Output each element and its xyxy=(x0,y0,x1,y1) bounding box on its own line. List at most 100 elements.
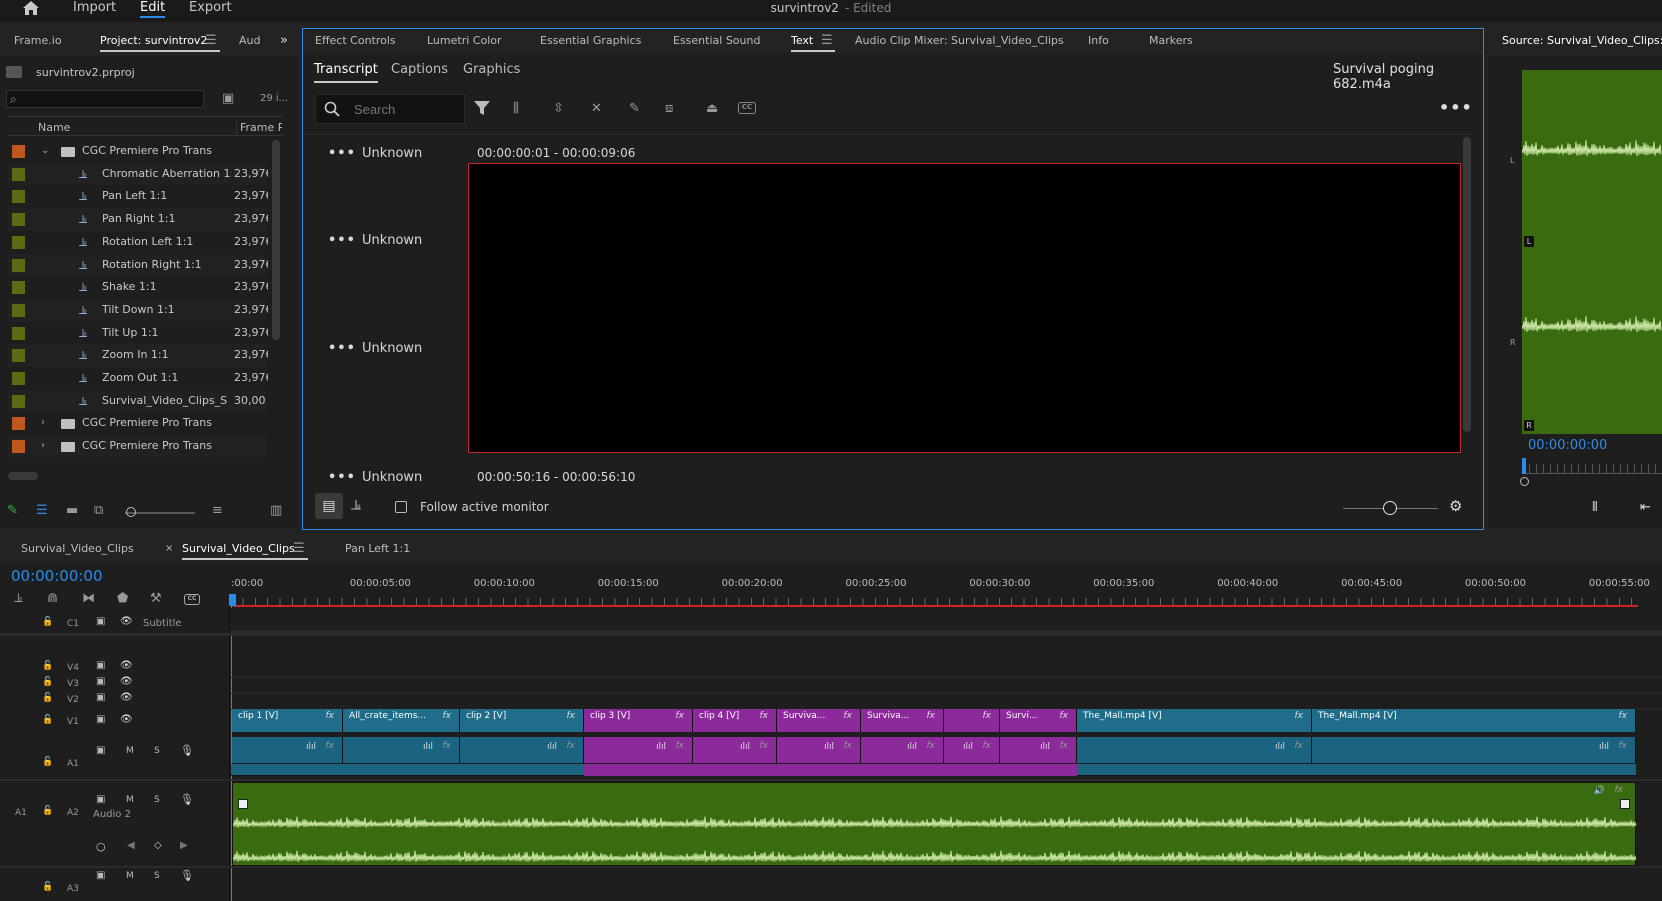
label-color-swatch[interactable] xyxy=(12,326,25,340)
label-color-swatch[interactable] xyxy=(12,235,25,249)
toggle-sync-icon[interactable]: ▣ xyxy=(96,870,105,881)
audio-clip-a1[interactable]: ılıl fx xyxy=(232,737,343,763)
project-search[interactable]: ⌕ xyxy=(6,90,204,108)
project-folder-row[interactable]: › CGC Premiere Pro Transitio xyxy=(8,412,266,435)
sort-icon[interactable]: ≡ xyxy=(212,504,223,518)
add-keyframe-icon[interactable]: ◇ xyxy=(154,840,162,851)
timeline-playhead-head[interactable] xyxy=(229,594,236,606)
audio-clip-a1[interactable]: ılıl fx xyxy=(861,737,944,763)
tab-sequence-2[interactable]: Survival_Video_Clips xyxy=(182,538,308,560)
tab-audio-clip-mixer[interactable]: Audio Clip Mixer: Survival_Video_Clips xyxy=(855,30,1064,52)
audio-clip-a1[interactable]: ılıl fx xyxy=(343,737,460,763)
tab-close-icon[interactable]: × xyxy=(165,538,173,560)
track-lock-icon[interactable]: 🔓 xyxy=(42,882,53,892)
audio2-clip[interactable]: 🔊 fx xyxy=(232,782,1637,866)
video-clip[interactable]: clip 1 [V] fx xyxy=(232,709,343,732)
project-item-row[interactable]: ⫡ Survival_Video_Clips_S 30,00 f xyxy=(8,389,268,413)
track-lock-icon[interactable]: 🔓 xyxy=(42,661,53,671)
extract-icon[interactable]: ⧈ xyxy=(665,102,673,116)
linked-selection-icon[interactable]: ⧓ xyxy=(82,592,95,606)
track-lock-icon[interactable]: 🔓 xyxy=(42,617,53,627)
label-color-swatch[interactable] xyxy=(12,145,25,158)
zoom-slider-handle[interactable] xyxy=(126,507,136,517)
project-item-row[interactable]: ⫡ Zoom In 1:1 23,976 xyxy=(8,344,268,367)
track-lock-icon[interactable]: 🔓 xyxy=(42,757,53,767)
tab-frameio[interactable]: Frame.io xyxy=(14,30,62,52)
list-view-icon[interactable]: ☰ xyxy=(36,504,48,518)
track-lock-icon[interactable]: 🔓 xyxy=(42,715,53,725)
label-color-swatch[interactable] xyxy=(12,417,25,431)
video-clip[interactable]: clip 4 [V] fx xyxy=(693,709,777,732)
eye-icon[interactable]: 👁 xyxy=(120,660,133,671)
toggle-sync-icon[interactable]: ▣ xyxy=(96,660,105,671)
project-item-row[interactable]: ⫡ Pan Right 1:1 23,976 xyxy=(8,208,268,231)
video-clip[interactable]: clip 3 [V] fx xyxy=(584,709,693,732)
video-clip[interactable]: fx xyxy=(944,709,1000,732)
speaker-menu-icon[interactable]: ••• xyxy=(328,341,356,356)
eye-icon[interactable]: 👁 xyxy=(120,616,133,627)
label-color-swatch[interactable] xyxy=(12,349,25,363)
project-item-row[interactable]: ⫡ Chromatic Aberration 1:23,976 xyxy=(8,162,268,186)
speaker-1[interactable]: ••• Unknown xyxy=(328,146,422,161)
project-scrollbar[interactable] xyxy=(272,140,280,340)
captions-cc-icon[interactable]: CC xyxy=(184,594,200,605)
pencil-icon[interactable]: ✎ xyxy=(7,504,18,518)
project-search-input[interactable] xyxy=(25,92,200,106)
bars-icon[interactable]: ▥ xyxy=(270,504,282,518)
edit-pencil-icon[interactable]: ✎ xyxy=(629,102,640,116)
tab-audio[interactable]: Aud xyxy=(239,30,260,52)
video-clip[interactable]: Survi... fx xyxy=(1000,709,1077,732)
timeline-timecode[interactable]: 00:00:00:00 xyxy=(11,567,103,585)
mute-button[interactable]: M xyxy=(126,871,134,881)
project-hscroll[interactable] xyxy=(8,472,38,480)
split-icon[interactable]: ✕ xyxy=(591,102,602,116)
label-color-swatch[interactable] xyxy=(12,303,25,317)
prev-keyframe-icon[interactable]: ◀ xyxy=(127,840,135,851)
microphone-icon[interactable]: 🎙 xyxy=(180,869,194,882)
project-folder-row[interactable]: › CGC Premiere Pro Transitio xyxy=(8,435,266,458)
project-item-row[interactable]: ⫡ Rotation Right 1:1 23,976 xyxy=(8,253,268,277)
transcript-scrollbar[interactable] xyxy=(1463,137,1471,432)
column-name[interactable]: Name xyxy=(38,121,70,134)
tab-source[interactable]: Source: Survival_Video_Clips: Su xyxy=(1502,30,1662,52)
speaker-menu-icon[interactable]: ••• xyxy=(328,470,356,485)
eye-icon[interactable]: 👁 xyxy=(120,676,133,687)
keyframe-volume-icon[interactable]: ○ xyxy=(96,840,106,853)
microphone-icon[interactable]: 🎙 xyxy=(180,744,194,757)
source-waveform-display[interactable]: L R xyxy=(1522,70,1662,434)
video-clip[interactable]: clip 2 [V] fx xyxy=(460,709,584,732)
more-options-icon[interactable]: ••• xyxy=(1439,98,1473,117)
toggle-sync-icon[interactable]: ▣ xyxy=(96,794,105,805)
label-color-swatch[interactable] xyxy=(12,281,25,295)
tab-project[interactable]: Project: survintrov2 xyxy=(100,30,220,52)
audio-clip-a1[interactable]: ılıl fx xyxy=(1077,737,1312,763)
settings-sliders-icon[interactable]: ⫼ xyxy=(513,102,519,116)
solo-button[interactable]: S xyxy=(154,871,160,881)
tab-lumetri-color[interactable]: Lumetri Color xyxy=(427,30,502,52)
transcript-search-input[interactable] xyxy=(354,101,454,117)
mark-in-icon[interactable]: ⦀ xyxy=(1592,501,1598,515)
freeform-view-icon[interactable]: ⧉ xyxy=(94,504,103,518)
speaker-menu-icon[interactable]: ••• xyxy=(328,233,356,248)
project-item-row[interactable]: ⫡ Tilt Up 1:1 23,976 xyxy=(8,322,268,345)
project-item-row[interactable]: ⫡ Tilt Down 1:1 23,976 xyxy=(8,298,268,322)
panel-menu-icon[interactable]: ☰ xyxy=(205,34,217,48)
column-frame-rate[interactable]: Frame Ra xyxy=(236,121,282,134)
eye-icon[interactable]: 👁 xyxy=(120,692,133,703)
audio-clip-a1[interactable]: ılıl fx xyxy=(584,737,693,763)
subtab-graphics[interactable]: Graphics xyxy=(463,62,520,77)
timeline-menu-icon[interactable]: ☰ xyxy=(293,542,305,556)
tab-essential-sound[interactable]: Essential Sound xyxy=(673,30,760,52)
audio-clip-a1[interactable]: ılıl fx xyxy=(460,737,584,763)
label-color-swatch[interactable] xyxy=(12,167,25,181)
go-to-in-icon[interactable]: ⇤ xyxy=(1640,501,1651,515)
track-lock-icon[interactable]: 🔓 xyxy=(42,677,53,687)
transcript-view-icon[interactable]: ▤ xyxy=(315,493,343,519)
project-item-row[interactable]: ⫡ Rotation Left 1:1 23,976 xyxy=(8,231,268,254)
tab-info[interactable]: Info xyxy=(1088,30,1109,52)
tab-essential-graphics[interactable]: Essential Graphics xyxy=(540,30,641,52)
subtab-captions[interactable]: Captions xyxy=(391,62,448,77)
mute-button[interactable]: M xyxy=(126,746,134,756)
label-color-swatch[interactable] xyxy=(12,394,25,408)
eye-icon[interactable]: 👁 xyxy=(120,714,133,725)
